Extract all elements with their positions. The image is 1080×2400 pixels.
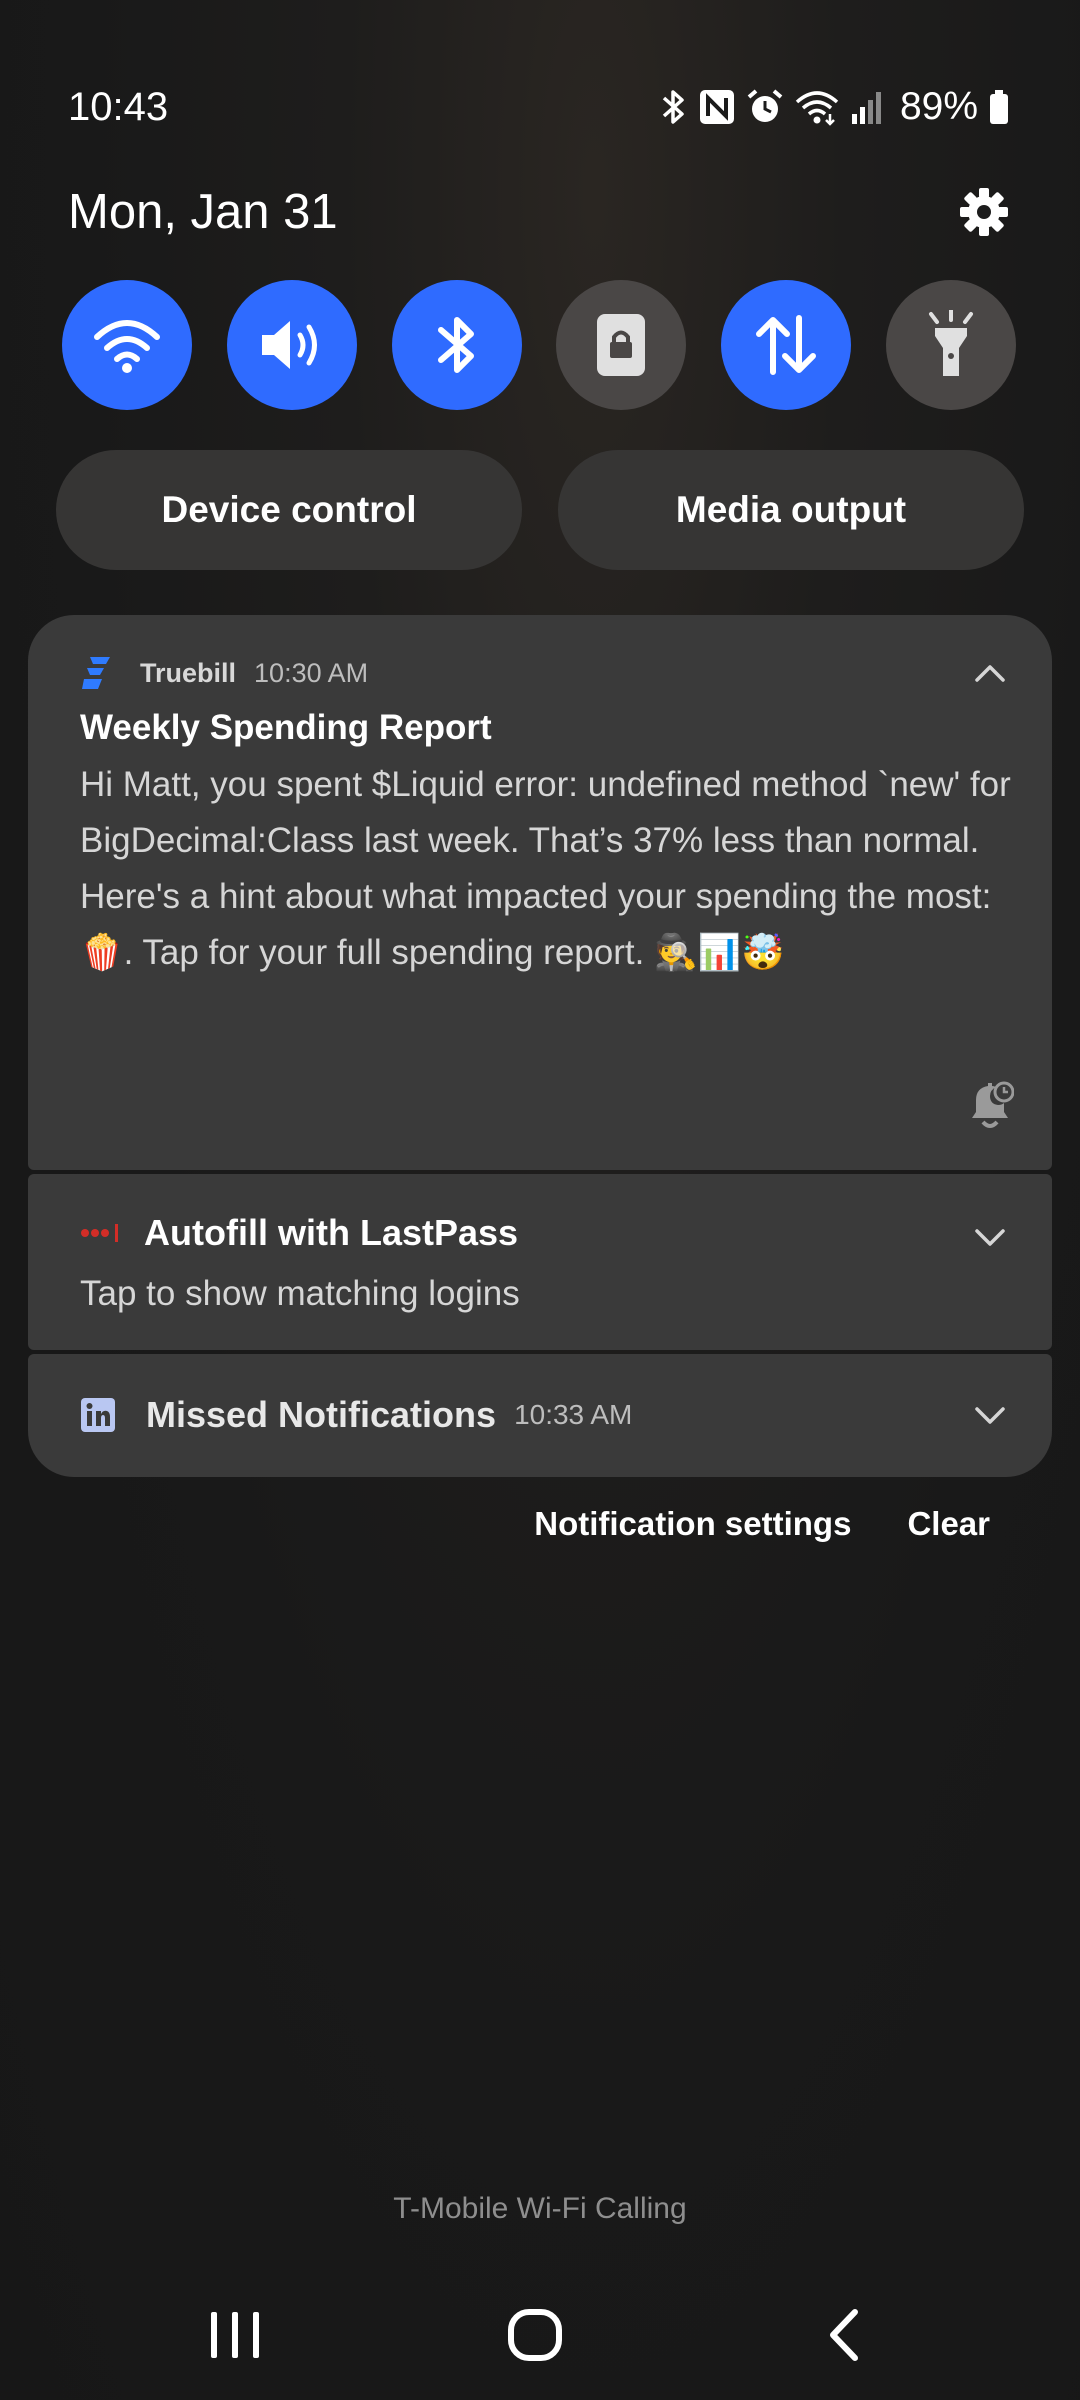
- battery-icon: [990, 90, 1008, 124]
- bluetooth-icon: [437, 317, 474, 373]
- notification-body: Hi Matt, you spent $Liquid error: undefi…: [80, 765, 1011, 972]
- truebill-logo-icon: [82, 657, 110, 689]
- lastpass-logo-icon: [81, 1224, 118, 1242]
- wifi-icon: [94, 320, 160, 373]
- portrait-lock-toggle[interactable]: [556, 280, 687, 410]
- date-row: Mon, Jan 31: [68, 180, 1010, 244]
- notification-title: Missed Notifications: [146, 1394, 497, 1435]
- notification-time: 10:30 AM: [254, 657, 369, 688]
- notification-subtitle: Tap to show matching logins: [80, 1274, 520, 1313]
- quick-settings: [62, 280, 1016, 410]
- snooze-bell-icon[interactable]: [964, 1078, 1014, 1130]
- notification-time: 10:33 AM: [514, 1399, 633, 1430]
- chevron-down-icon[interactable]: [974, 1406, 1006, 1426]
- app-name: Truebill: [140, 657, 237, 688]
- clock: 10:43: [68, 84, 169, 129]
- back-icon[interactable]: [815, 2300, 875, 2370]
- speaker-icon: [261, 321, 317, 369]
- notification-settings-button[interactable]: Notification settings: [534, 1505, 851, 1543]
- wifi-calling-icon: [795, 91, 839, 126]
- linkedin-logo-icon: [81, 1398, 115, 1432]
- sound-toggle[interactable]: [226, 280, 357, 410]
- notification-title: Autofill with LastPass: [144, 1212, 519, 1253]
- notification-header: Truebill 10:30 AM: [80, 655, 368, 691]
- carrier-label: T-Mobile Wi-Fi Calling: [393, 2192, 687, 2225]
- status-bar: 10:43 89%: [68, 82, 1010, 132]
- home-icon[interactable]: [505, 2300, 565, 2370]
- status-icons: 89%: [660, 85, 1010, 129]
- flashlight-toggle[interactable]: [885, 280, 1016, 410]
- notification-header: Missed Notifications 10:33 AM: [80, 1394, 632, 1436]
- wifi-toggle[interactable]: [62, 280, 192, 410]
- device-control-button[interactable]: Device control: [56, 450, 522, 570]
- media-output-button[interactable]: Media output: [558, 450, 1024, 570]
- bluetooth-toggle[interactable]: [391, 280, 522, 410]
- battery-percent: 89%: [899, 85, 978, 128]
- navigation-bar: [0, 2300, 1080, 2370]
- signal-icon: [851, 92, 881, 124]
- notification-header: Autofill with LastPass: [80, 1212, 518, 1254]
- data-arrows-icon: [756, 315, 817, 375]
- nfc-icon: [699, 90, 734, 124]
- gear-icon[interactable]: [958, 186, 1010, 238]
- mobile-data-toggle[interactable]: [721, 280, 852, 410]
- lastpass-notification[interactable]: Autofill with LastPass Tap to show match…: [28, 1174, 1052, 1350]
- lock-icon: [597, 314, 646, 376]
- date-label: Mon, Jan 31: [68, 185, 338, 239]
- alarm-icon: [747, 89, 783, 122]
- clear-button[interactable]: Clear: [907, 1505, 990, 1543]
- chevron-up-icon[interactable]: [974, 663, 1006, 683]
- truebill-notification[interactable]: Truebill 10:30 AM Weekly Spending Report…: [28, 615, 1052, 1170]
- recent-apps-icon[interactable]: [205, 2300, 265, 2370]
- linkedin-notification[interactable]: Missed Notifications 10:33 AM: [28, 1354, 1052, 1477]
- flashlight-icon: [928, 310, 973, 376]
- chevron-down-icon[interactable]: [974, 1228, 1006, 1248]
- bluetooth-icon: [662, 90, 684, 124]
- notification-actions: Notification settings Clear: [534, 1505, 990, 1543]
- notification-title: Weekly Spending Report: [80, 708, 492, 747]
